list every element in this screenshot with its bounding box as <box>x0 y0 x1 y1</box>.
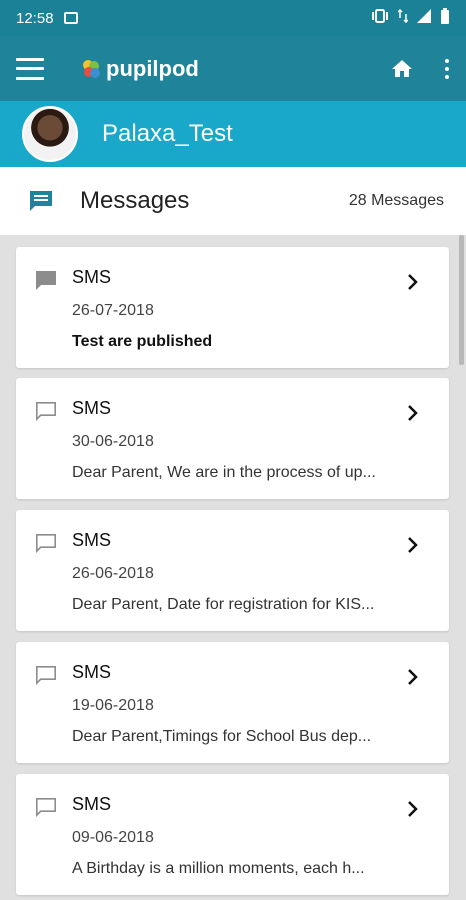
sms-outline-icon <box>34 796 58 818</box>
image-notification-icon <box>63 12 78 24</box>
vibrate-icon <box>370 9 390 27</box>
page-title: Messages <box>80 187 190 214</box>
sms-filled-icon <box>34 269 58 291</box>
scrollbar[interactable] <box>459 235 464 365</box>
profile-bar[interactable]: Palaxa_Test <box>0 101 466 167</box>
message-card[interactable]: SMS 30-06-2018 Dear Parent, We are in th… <box>16 378 449 499</box>
pupilpod-logo-icon <box>83 59 100 78</box>
message-card[interactable]: SMS 26-07-2018 Test are published <box>16 247 449 368</box>
message-icon <box>28 189 54 213</box>
brand: pupilpod <box>80 56 199 82</box>
messages-header: Messages 28 Messages <box>0 167 466 235</box>
message-type: SMS <box>72 794 112 814</box>
signal-icon <box>416 8 432 28</box>
chevron-right-icon[interactable] <box>407 800 419 818</box>
message-preview: Dear Parent, Date for registration for K… <box>72 596 375 613</box>
battery-icon <box>440 8 450 28</box>
sms-outline-icon <box>34 532 58 554</box>
message-date: 30-06-2018 <box>72 433 154 450</box>
data-arrows-icon <box>397 8 409 27</box>
status-time: 12:58 <box>16 9 54 27</box>
sms-outline-icon <box>34 400 58 422</box>
app-bar: pupilpod <box>0 36 466 101</box>
message-type: SMS <box>72 398 112 418</box>
message-card[interactable]: SMS 09-06-2018 A Birthday is a million m… <box>16 774 449 895</box>
message-date: 26-06-2018 <box>72 565 154 582</box>
home-icon[interactable] <box>390 57 414 81</box>
message-preview: Dear Parent,Timings for School Bus dep..… <box>72 728 372 745</box>
message-date: 26-07-2018 <box>72 302 154 319</box>
sms-outline-icon <box>34 664 58 686</box>
chevron-right-icon[interactable] <box>407 536 419 554</box>
message-list[interactable]: SMS 26-07-2018 Test are published SMS 30… <box>0 235 466 900</box>
status-icons <box>370 8 450 28</box>
message-count: 28 Messages <box>348 192 444 209</box>
message-card[interactable]: SMS 19-06-2018 Dear Parent,Timings for S… <box>16 642 449 763</box>
message-date: 09-06-2018 <box>72 829 154 846</box>
message-preview: Test are published <box>72 333 213 350</box>
brand-name: pupilpod <box>106 55 199 81</box>
chevron-right-icon[interactable] <box>407 273 419 291</box>
chevron-right-icon[interactable] <box>407 668 419 686</box>
message-card[interactable]: SMS 26-06-2018 Dear Parent, Date for reg… <box>16 510 449 631</box>
chevron-right-icon[interactable] <box>407 404 419 422</box>
profile-name: Palaxa_Test <box>102 120 233 147</box>
message-type: SMS <box>72 267 112 287</box>
message-preview: A Birthday is a million moments, each h.… <box>72 860 365 877</box>
avatar <box>22 106 78 162</box>
message-type: SMS <box>72 530 112 550</box>
hamburger-menu-icon[interactable] <box>16 57 44 80</box>
more-options-icon[interactable] <box>444 58 450 79</box>
message-date: 19-06-2018 <box>72 697 154 714</box>
message-preview: Dear Parent, We are in the process of up… <box>72 464 376 481</box>
message-type: SMS <box>72 662 112 682</box>
status-bar: 12:58 <box>0 0 466 36</box>
